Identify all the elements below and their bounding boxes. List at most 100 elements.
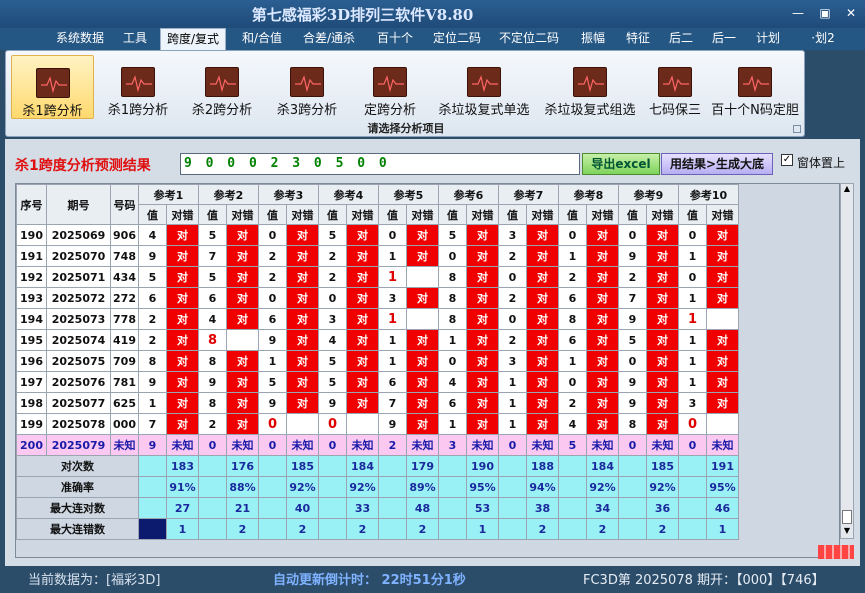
generate-base-button[interactable]: 用结果>生成大底 (661, 153, 773, 175)
chart-icon (467, 67, 501, 97)
menu-plan[interactable]: 计划 (750, 28, 786, 50)
stat-spacer (678, 497, 707, 519)
table-row[interactable]: 199 2025078 000 7 对 2 对 0 0 9 对 1 对 1 对 4 对 8 对 0 (16, 413, 739, 435)
table-row[interactable]: 197 2025076 781 9 对 9 对 5 对 5 对 6 对 4 对 1 对 0 对 9 对 1 对 (16, 371, 739, 393)
menu-last-two[interactable]: 后二 (663, 28, 699, 50)
ref-value: 8 (438, 308, 467, 330)
stat-spacer (438, 455, 467, 477)
ribbon-kill1-span[interactable]: 杀1跨分析 (98, 55, 178, 119)
stat-spacer (498, 518, 527, 540)
ontop-checkbox[interactable]: ✓ (781, 154, 793, 166)
ref-result: 对 (706, 266, 739, 288)
scroll-thumb[interactable] (842, 510, 852, 524)
ref-value: 2 (498, 287, 527, 309)
ref-result: 对 (226, 224, 259, 246)
scroll-up-icon[interactable]: ▲ (841, 184, 853, 196)
status-issue: FC3D第 2025078 期开：【000】【746】 (583, 573, 825, 588)
ribbon-launcher-icon[interactable] (793, 125, 801, 133)
menu-system-data[interactable]: 系统数据 (50, 28, 110, 50)
ref-value: 1 (678, 245, 707, 267)
stat-spacer (258, 476, 287, 498)
stat-spacer (558, 455, 587, 477)
ref-result: 对 (646, 245, 679, 267)
export-excel-button[interactable]: 导出excel (582, 153, 660, 175)
table-row[interactable]: 200 2025079 未知 9 未知 0 未知 0 未知 0 未知 2 未知 3 未知 0 未知 5 未知 0 未知 0… (16, 434, 739, 456)
maximize-icon[interactable]: ▣ (817, 6, 833, 20)
result-field[interactable]: 9 0 0 0 2 3 0 5 0 0 (180, 153, 580, 175)
ref-value: 5 (258, 371, 287, 393)
ref-value: 9 (258, 392, 287, 414)
ref-result: 对 (706, 245, 739, 267)
menu-hundreds-tens-ones[interactable]: 百十个 (368, 28, 422, 50)
table-row[interactable]: 190 2025069 906 4 对 5 对 0 对 5 对 0 对 5 对 3 对 0 对 0 对 0 对 (16, 224, 739, 246)
menu-sum[interactable]: 和/合值 (234, 28, 290, 50)
stat-spacer (138, 497, 167, 519)
col-header-result: 对错 (526, 204, 559, 225)
table-row[interactable]: 194 2025073 778 2 对 4 对 6 对 3 对 1 8 对 0 对 8 对 9 对 1 (16, 308, 739, 330)
ref-result: 对 (526, 392, 559, 414)
menu-amplitude[interactable]: 振幅 (573, 28, 613, 50)
ref-result: 对 (466, 308, 499, 330)
ribbon-kill2-span[interactable]: 杀2跨分析 (182, 55, 262, 119)
row-seq: 199 (16, 413, 47, 435)
col-header-value: 值 (558, 204, 587, 225)
table-row[interactable]: 192 2025071 434 5 对 5 对 2 对 2 对 1 8 对 0 对 2 对 2 对 0 对 (16, 266, 739, 288)
ref-value: 1 (678, 287, 707, 309)
ref-result: 对 (706, 329, 739, 351)
ref-value: 7 (378, 392, 407, 414)
row-code: 未知 (110, 434, 139, 456)
menu-nonposition-two[interactable]: 不定位二码 (493, 28, 565, 50)
menu-span-compound[interactable]: 跨度/复式 (160, 28, 226, 50)
stat-spacer (378, 476, 407, 498)
ribbon-fixed-span[interactable]: 定跨分析 (352, 55, 428, 119)
stat-spacer (378, 497, 407, 519)
ref-value: 5 (318, 350, 347, 372)
menu-feature[interactable]: 特征 (618, 28, 658, 50)
menu-position-two[interactable]: 定位二码 (428, 28, 486, 50)
scroll-down-icon[interactable]: ▼ (841, 526, 853, 538)
ref-value: 2 (498, 245, 527, 267)
stat-value: 2 (226, 518, 259, 540)
table-row[interactable]: 191 2025070 748 9 对 7 对 2 对 2 对 1 对 0 对 2 对 1 对 9 对 1 对 (16, 245, 739, 267)
ref-result: 对 (166, 266, 199, 288)
vertical-scrollbar[interactable]: ▲ ▼ (840, 183, 854, 539)
ribbon-seven-code[interactable]: 七码保三 (644, 55, 706, 119)
table-row[interactable]: 196 2025075 709 8 对 8 对 1 对 5 对 1 对 0 对 3 对 1 对 0 对 1 对 (16, 350, 739, 372)
stat-value: 179 (406, 455, 439, 477)
col-header-value: 值 (498, 204, 527, 225)
table-row[interactable]: 195 2025074 419 2 对 8 9 对 4 对 1 对 1 对 2 对 6 对 5 对 1 对 (16, 329, 739, 351)
stat-spacer (198, 497, 227, 519)
ribbon-kill3-span[interactable]: 杀3跨分析 (267, 55, 347, 119)
ref-value: 6 (558, 287, 587, 309)
ribbon-label: 杀3跨分析 (276, 103, 338, 118)
ribbon-junk-group[interactable]: 杀垃圾复式组选 (538, 55, 642, 119)
ref-result: 对 (286, 266, 319, 288)
ribbon-junk-single[interactable]: 杀垃圾复式单选 (432, 55, 536, 119)
menu-tools[interactable]: 工具 (115, 28, 155, 50)
table-row[interactable]: 193 2025072 272 6 对 6 对 0 对 0 对 3 对 8 对 2 对 6 对 7 对 1 对 (16, 287, 739, 309)
ref-result: 对 (406, 224, 439, 246)
ref-result (286, 413, 319, 435)
ref-value: 1 (138, 392, 167, 414)
ref-result: 对 (706, 350, 739, 372)
menu-plan2[interactable]: ·划2 (806, 28, 840, 50)
menu-last-one[interactable]: 后一 (706, 28, 742, 50)
close-icon[interactable]: ✕ (843, 6, 859, 20)
ribbon-kill1-span-active[interactable]: 杀1跨分析 (11, 55, 94, 119)
ref-value: 2 (378, 434, 407, 456)
ref-result: 对 (466, 371, 499, 393)
ribbon-n-code[interactable]: 百十个N码定胆 (708, 55, 802, 119)
ref-result: 对 (466, 413, 499, 435)
ref-value: 0 (318, 287, 347, 309)
table-row[interactable]: 198 2025077 625 1 对 8 对 9 对 9 对 7 对 6 对 1 对 2 对 9 对 3 对 (16, 392, 739, 414)
col-header-ref: 参考2 (198, 184, 259, 205)
menu-diff-kill[interactable]: 合差/通杀 (296, 28, 362, 50)
minimize-icon[interactable]: — (790, 6, 806, 20)
stat-spacer (258, 518, 287, 540)
ref-result: 对 (346, 245, 379, 267)
ref-result: 对 (586, 413, 619, 435)
col-header-ref: 参考9 (618, 184, 679, 205)
ref-result: 对 (226, 392, 259, 414)
ref-value: 1 (378, 329, 407, 351)
stat-value: 48 (406, 497, 439, 519)
